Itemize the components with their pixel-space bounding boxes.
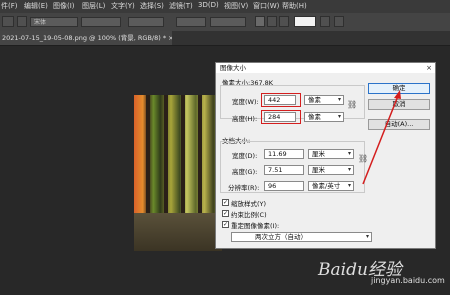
menu-layer[interactable]: 图层(L) [82, 1, 105, 11]
anti-alias-select[interactable] [176, 17, 206, 27]
align-right-icon[interactable] [279, 16, 289, 27]
menu-type[interactable]: 文字(Y) [111, 1, 135, 11]
document-tab[interactable]: 2021-07-15_19-05-08.png @ 100% (背景, RGB/… [0, 31, 172, 45]
annotation-arrow [362, 90, 401, 185]
font-family-select[interactable]: 宋体 [30, 17, 78, 27]
menu-filter[interactable]: 滤镜(T) [169, 1, 193, 11]
warp-text-icon[interactable] [320, 16, 330, 27]
font-style-select[interactable] [81, 17, 121, 27]
options-bar: 宋体 [0, 13, 450, 32]
image-size-dialog: 图像大小 × 像素大小:367.8K 宽度(W): 442 像素 ▾ 高度(H):… [215, 62, 436, 249]
watermark-url: jingyan.baidu.com [371, 276, 445, 285]
align-center-icon[interactable] [267, 16, 277, 27]
align-left-icon[interactable] [255, 16, 265, 27]
forest-road [134, 213, 222, 251]
orientation-toggle-icon[interactable] [17, 16, 27, 27]
menu-bar: 件(F) 编辑(E) 图像(I) 图层(L) 文字(Y) 选择(S) 滤镜(T)… [0, 0, 450, 13]
menu-select[interactable]: 选择(S) [140, 1, 164, 11]
menu-3d[interactable]: 3D(D) [198, 1, 219, 9]
canvas-image [134, 95, 222, 251]
font-size-select[interactable] [128, 17, 164, 27]
menu-image[interactable]: 图像(I) [53, 1, 75, 11]
menu-help[interactable]: 帮助(H) [282, 1, 307, 11]
menu-view[interactable]: 视图(V) [224, 1, 248, 11]
menu-file[interactable]: 件(F) [1, 1, 18, 11]
tree-trunk [181, 95, 185, 220]
menu-edit[interactable]: 编辑(E) [24, 1, 48, 11]
anti-alias-mode-select[interactable] [210, 17, 246, 27]
tree-trunk [164, 95, 168, 220]
tree-trunk [198, 95, 202, 220]
type-tool-icon[interactable] [2, 16, 14, 27]
text-color-swatch[interactable] [294, 16, 316, 27]
tree-trunk [146, 95, 150, 220]
character-panel-icon[interactable] [334, 16, 344, 27]
document-tab-bar: 2021-07-15_19-05-08.png @ 100% (背景, RGB/… [0, 31, 450, 46]
menu-window[interactable]: 窗口(W) [253, 1, 279, 11]
